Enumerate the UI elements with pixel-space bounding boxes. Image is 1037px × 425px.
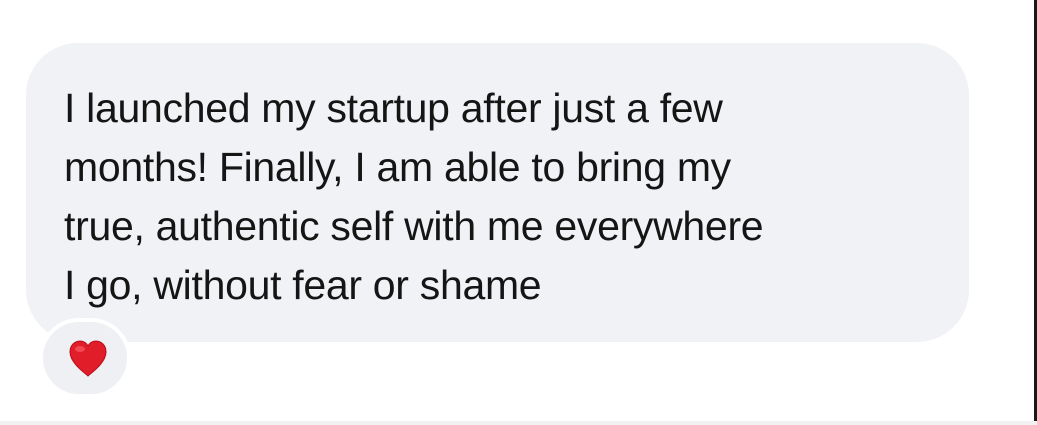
message-text: I launched my startup after just a few m… bbox=[64, 85, 764, 308]
chat-screen: I launched my startup after just a few m… bbox=[0, 0, 1037, 425]
bottom-divider bbox=[0, 421, 1037, 425]
reaction-badge[interactable] bbox=[39, 318, 131, 398]
heart-icon bbox=[69, 340, 107, 377]
message-bubble[interactable]: I launched my startup after just a few m… bbox=[26, 43, 969, 342]
